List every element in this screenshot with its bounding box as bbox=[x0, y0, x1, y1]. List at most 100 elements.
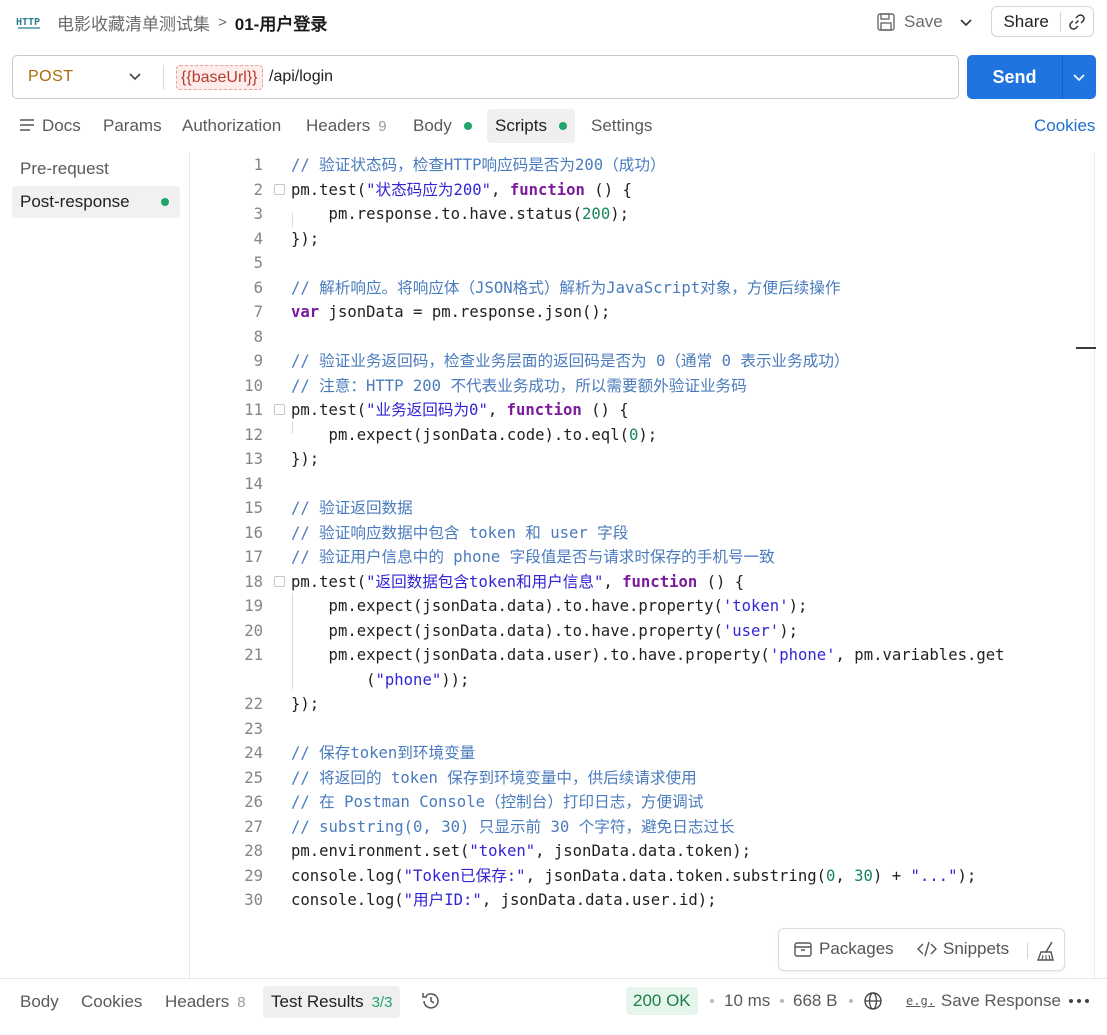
tab-params[interactable]: Params bbox=[103, 109, 162, 143]
code-line[interactable]: 10 // 注意：HTTP 200 不代表业务成功，所以需要额外验证业务码 bbox=[190, 374, 1090, 398]
history-icon[interactable] bbox=[420, 990, 442, 1012]
line-number: 29 bbox=[244, 866, 263, 885]
code-line[interactable]: 4}); bbox=[190, 227, 1090, 251]
code-line[interactable]: 6 // 解析响应。将响应体（JSON格式）解析为JavaScript对象，方便后… bbox=[190, 276, 1090, 300]
line-number: 3 bbox=[253, 205, 263, 223]
link-icon[interactable] bbox=[1061, 13, 1093, 31]
code-line[interactable]: 3 pm.response.to.have.status(200); bbox=[190, 202, 1090, 226]
line-number: 1 bbox=[253, 156, 263, 174]
code-line[interactable]: 30 console.log("用户ID:", jsonData.data.use… bbox=[190, 888, 1090, 912]
tab-response-headers[interactable]: Headers 8 bbox=[165, 986, 246, 1018]
code-line[interactable]: 1 // 验证状态码，检查HTTP响应码是否为200（成功） bbox=[190, 153, 1090, 177]
save-button[interactable]: Save bbox=[876, 8, 943, 36]
separator-dot bbox=[780, 999, 784, 1003]
status-badge[interactable]: 200 OK bbox=[626, 987, 698, 1015]
line-number: 30 bbox=[244, 891, 263, 909]
code-line[interactable]: 7 var jsonData = pm.response.json(); bbox=[190, 300, 1090, 324]
code-line[interactable]: 15 // 验证返回数据 bbox=[190, 496, 1090, 520]
save-response-button[interactable]: e.g. Save Response bbox=[906, 987, 1061, 1015]
fold-toggle-icon[interactable] bbox=[274, 575, 285, 587]
tab-settings[interactable]: Settings bbox=[591, 109, 652, 143]
code-line[interactable]: 12 pm.expect(jsonData.code).to.eql(0); bbox=[190, 423, 1090, 447]
tab-authorization[interactable]: Authorization bbox=[182, 109, 281, 143]
code-editor[interactable]: 1 // 验证状态码，检查HTTP响应码是否为200（成功） 2 pm.test("状… bbox=[190, 152, 1107, 978]
scrollbar-thumb[interactable] bbox=[1076, 347, 1096, 349]
tab-docs[interactable]: Docs bbox=[20, 109, 81, 143]
line-number: 24 bbox=[244, 744, 263, 762]
headers-count: 9 bbox=[378, 118, 387, 135]
cookies-link[interactable]: Cookies bbox=[1034, 109, 1095, 143]
code-line[interactable]: 14 bbox=[190, 472, 1090, 496]
code-icon bbox=[917, 941, 937, 957]
code-text: // 在 Postman Console（控制台）打印日志，方便调试 bbox=[291, 793, 704, 811]
request-title[interactable]: 01-用户登录 bbox=[235, 10, 328, 35]
code-line[interactable]: 2 pm.test("状态码应为200", function () { bbox=[190, 178, 1090, 202]
response-time[interactable]: 10 ms bbox=[724, 987, 770, 1015]
line-number: 20 bbox=[244, 621, 263, 640]
globe-icon[interactable] bbox=[862, 990, 884, 1012]
code-line[interactable]: 17 // 验证用户信息中的 phone 字段值是否与请求时保存的手机号一致 bbox=[190, 545, 1090, 569]
code-line[interactable]: 20 pm.expect(jsonData.data).to.have.prop… bbox=[190, 619, 1090, 643]
chevron-down-icon[interactable] bbox=[1071, 69, 1087, 85]
tab-test-results[interactable]: Test Results 3/3 bbox=[263, 986, 401, 1018]
code-text: // 将返回的 token 保存到环境变量中，供后续请求使用 bbox=[291, 768, 697, 787]
tab-response-cookies[interactable]: Cookies bbox=[81, 986, 142, 1018]
snippets-button[interactable]: Snippets bbox=[917, 939, 1009, 959]
send-button[interactable]: Send bbox=[967, 55, 1096, 99]
status-dot bbox=[161, 198, 169, 206]
more-options-icon[interactable] bbox=[1068, 992, 1090, 1010]
code-line[interactable]: 24 // 保存token到环境变量 bbox=[190, 741, 1090, 765]
line-number: 9 bbox=[253, 352, 263, 370]
code-line[interactable]: 25 // 将返回的 token 保存到环境变量中，供后续请求使用 bbox=[190, 766, 1090, 790]
tab-headers[interactable]: Headers 9 bbox=[306, 109, 387, 143]
save-label: Save bbox=[904, 12, 943, 31]
code-text: ("phone")); bbox=[291, 670, 470, 689]
code-line[interactable]: 8 bbox=[190, 325, 1090, 349]
share-button[interactable]: Share bbox=[991, 6, 1094, 37]
pre-request-item[interactable]: Pre-request bbox=[12, 153, 180, 185]
code-line[interactable]: 26 // 在 Postman Console（控制台）打印日志，方便调试 bbox=[190, 790, 1090, 814]
code-line[interactable]: 13}); bbox=[190, 447, 1090, 471]
code-line[interactable]: 9 // 验证业务返回码，检查业务层面的返回码是否为 0（通常 0 表示业务成功） bbox=[190, 349, 1090, 373]
code-text: var jsonData = pm.response.json(); bbox=[291, 303, 611, 321]
tab-scripts[interactable]: Scripts bbox=[487, 109, 575, 143]
line-number: 8 bbox=[253, 327, 263, 346]
clear-broom-icon[interactable] bbox=[1035, 940, 1057, 962]
post-response-label: Post-response bbox=[20, 192, 130, 211]
separator-dot bbox=[710, 999, 714, 1003]
code-line[interactable]: 29 console.log("Token已保存:", jsonData.data… bbox=[190, 864, 1090, 888]
code-line[interactable]: 27 // substring(0, 30) 只显示前 30 个字符，避免日志过长 bbox=[190, 815, 1090, 839]
tab-body[interactable]: Body bbox=[413, 109, 472, 143]
code-line[interactable]: 21 pm.expect(jsonData.data.user).to.have… bbox=[190, 643, 1090, 667]
code-line[interactable]: 5 bbox=[190, 251, 1090, 275]
code-text: // 验证业务返回码，检查业务层面的返回码是否为 0（通常 0 表示业务成功） bbox=[291, 352, 850, 370]
code-line[interactable]: 22}); bbox=[190, 692, 1090, 716]
method-select[interactable]: POST bbox=[28, 68, 74, 86]
http-icon: HTTP bbox=[16, 17, 40, 29]
code-line[interactable]: 11 pm.test("业务返回码为0", function () { bbox=[190, 398, 1090, 422]
code-line[interactable]: 23 bbox=[190, 717, 1090, 741]
line-number: 16 bbox=[244, 523, 263, 542]
chevron-down-icon[interactable] bbox=[956, 12, 976, 32]
code-line[interactable]: 19 pm.expect(jsonData.data).to.have.prop… bbox=[190, 594, 1090, 618]
fold-toggle-icon[interactable] bbox=[274, 183, 285, 195]
code-text: pm.test("状态码应为200", function () { bbox=[291, 180, 632, 199]
status-dot bbox=[558, 121, 567, 130]
tab-response-body[interactable]: Body bbox=[20, 986, 59, 1018]
response-size[interactable]: 668 B bbox=[793, 987, 837, 1015]
fold-toggle-icon[interactable] bbox=[274, 404, 285, 415]
post-response-item[interactable]: Post-response bbox=[12, 186, 180, 218]
breadcrumb-collection[interactable]: 电影收藏清单测试集 bbox=[57, 10, 210, 35]
url-variable-chip[interactable]: {{baseUrl}} bbox=[176, 65, 263, 90]
code-line[interactable]: 28 pm.environment.set("token", jsonData.d… bbox=[190, 839, 1090, 863]
code-line[interactable]: 16 // 验证响应数据中包含 token 和 user 字段 bbox=[190, 521, 1090, 545]
url-input[interactable]: /api/login bbox=[269, 68, 333, 86]
share-label: Share bbox=[992, 11, 1062, 32]
packages-button[interactable]: Packages bbox=[793, 939, 894, 959]
code-text: // 验证响应数据中包含 token 和 user 字段 bbox=[291, 523, 629, 542]
code-line[interactable]: 18 pm.test("返回数据包含token和用户信息", function (… bbox=[190, 570, 1090, 594]
chevron-down-icon[interactable] bbox=[127, 68, 143, 84]
code-line[interactable]: ("phone")); bbox=[190, 668, 1090, 692]
scrollbar[interactable] bbox=[1094, 152, 1095, 978]
code-text: pm.expect(jsonData.data.user).to.have.pr… bbox=[291, 646, 1005, 664]
